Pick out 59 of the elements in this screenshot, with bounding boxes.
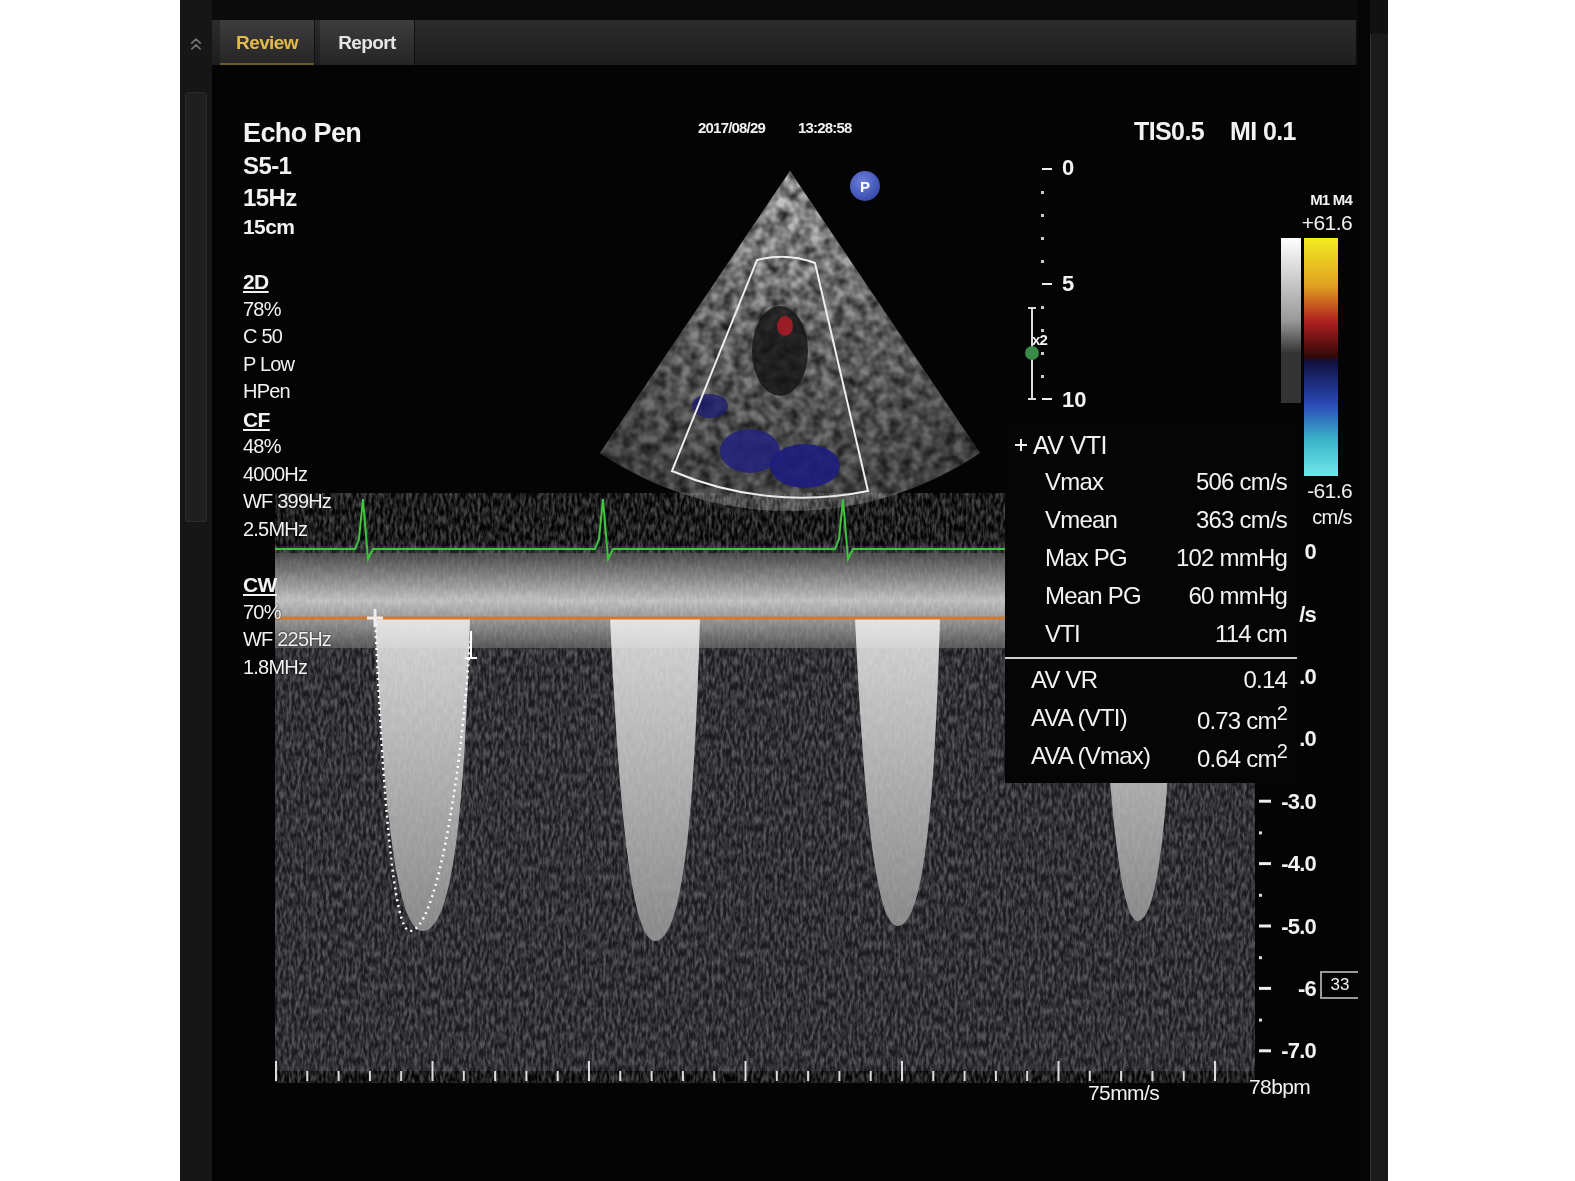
measurement-label: VTI (1045, 620, 1081, 648)
orientation-marker: P (850, 171, 880, 201)
color-scale-unit: cm/s (1312, 506, 1352, 528)
velocity-label: -5.0 (1281, 912, 1316, 941)
measurement-value: 0.73 cm$^{2}$ (1196, 701, 1287, 735)
velocity-label: 0 (1304, 538, 1316, 567)
mode-parameter: HPen (243, 379, 291, 404)
velocity-label: -6 (1298, 974, 1316, 1003)
measurement-label: AV VR (1031, 666, 1099, 694)
measurement-label: Vmax (1045, 468, 1105, 496)
velocity-label: -7.0 (1281, 1037, 1316, 1066)
velocity-label: .0 (1299, 662, 1316, 691)
measurement-value: 60 mmHg (1188, 582, 1287, 610)
measurement-value: 363 cm/s (1196, 506, 1287, 534)
mechanical-index: MI 0.1 (1230, 116, 1296, 146)
thermal-index: TIS0.5 (1134, 116, 1205, 146)
mode-parameter: 2.5MHz (243, 516, 309, 542)
sweep-speed: 75mm/s (1088, 1081, 1160, 1104)
color-scale-max: +61.6 (1301, 210, 1352, 236)
exam-time: 13:28:58 (798, 119, 852, 136)
mode-parameter: 78% (243, 296, 282, 322)
probe-name: S5-1 (243, 151, 293, 181)
depth-value: 15cm (243, 214, 296, 240)
heart-rate: 78bpm (1249, 1075, 1311, 1098)
mode-parameter: WF 225Hz (243, 627, 333, 652)
crosshair-icon (1015, 439, 1027, 451)
tab[interactable]: Report (320, 20, 415, 65)
color-map-label: M1 M4 (1310, 191, 1352, 208)
color-scale-min: -61.6 (1307, 478, 1352, 504)
measurement-value: 0.64 cm$^{2}$ (1196, 739, 1287, 773)
measurement-label: Vmean (1045, 506, 1119, 534)
velocity-label: /s (1299, 600, 1316, 629)
measurement-label: AVA (Vmax) (1031, 742, 1152, 770)
measurement-label: AVA (VTI) (1031, 704, 1128, 732)
mode-parameter: P Low (243, 351, 296, 377)
measurement-value: 114 cm (1214, 620, 1287, 648)
preset-name: Echo Pen (243, 117, 362, 150)
mode-parameter: 1.8MHz (243, 654, 309, 680)
measurement-value: 0.14 (1243, 666, 1287, 694)
mode-parameter: WF 399Hz (243, 489, 333, 514)
depth-label: 10 (1062, 387, 1087, 413)
frame-rate: 15Hz (243, 183, 298, 213)
velocity-label: .0 (1299, 725, 1316, 754)
measurement-title: AV VTI (1033, 430, 1107, 460)
measurement-label: Max PG (1045, 544, 1128, 572)
exam-date: 2017/08/29 (698, 119, 766, 136)
depth-label: 0 (1062, 155, 1076, 181)
mode-parameter: 4000Hz (243, 461, 309, 487)
mode-parameter: 48% (243, 434, 282, 459)
mode-parameter: C 50 (243, 324, 284, 349)
measurement-value: 102 mmHg (1176, 544, 1287, 572)
tab[interactable]: Review (220, 20, 315, 65)
mode-heading: 2D (243, 269, 270, 295)
measurement-label: Mean PG (1045, 582, 1142, 610)
velocity-label: -3.0 (1281, 787, 1316, 816)
mode-heading: CF (243, 406, 271, 433)
velocity-label: -4.0 (1281, 850, 1316, 879)
depth-label: 5 (1062, 271, 1076, 297)
measurement-value: 506 cm/s (1196, 468, 1287, 496)
